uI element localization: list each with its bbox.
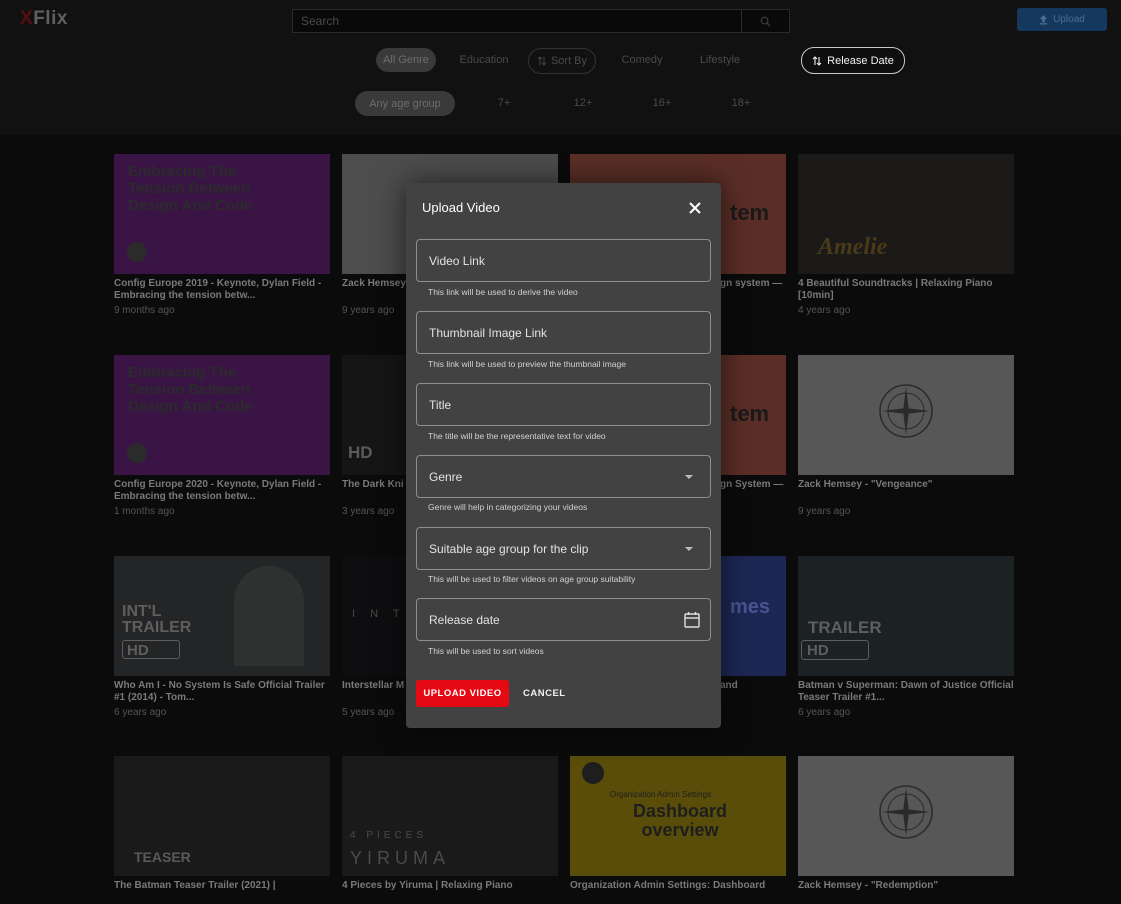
- video-date: 9 months ago: [114, 305, 175, 316]
- video-date: 9 years ago: [798, 506, 851, 517]
- search-input[interactable]: [293, 10, 749, 32]
- upload-video-dialog: Upload Video This link will be used to d…: [406, 183, 721, 728]
- upload-button[interactable]: Upload: [1017, 8, 1107, 31]
- video-card[interactable]: Zack Hemsey - "Vengeance" 9 years ago: [798, 355, 1014, 517]
- compass-icon: [879, 384, 933, 438]
- logo[interactable]: XFlix: [20, 8, 68, 30]
- age-chip-18[interactable]: 18+: [721, 91, 761, 115]
- video-title: Zack Hemsey - "Vengeance": [798, 479, 933, 490]
- video-title: Config Europe 2019 - Keynote, Dylan Fiel…: [114, 278, 322, 301]
- video-thumbnail: 4 PIECES YIRUMA: [342, 756, 558, 876]
- video-thumbnail: TRAILER HD: [798, 556, 1014, 676]
- search-icon: [760, 16, 771, 27]
- video-thumbnail: Embracing The Tension Between Design And…: [114, 355, 330, 475]
- video-title: Config Europe 2020 - Keynote, Dylan Fiel…: [114, 479, 322, 502]
- sort-by-button[interactable]: Sort By: [528, 48, 596, 74]
- video-date: 6 years ago: [798, 707, 851, 718]
- genre-helper: Genre will help in categorizing your vid…: [428, 502, 588, 512]
- thumbnail-avatar: [582, 762, 604, 784]
- age-chip-7[interactable]: 7+: [484, 91, 524, 115]
- release-date-helper: This will be used to sort videos: [428, 646, 544, 656]
- video-thumbnail: INT'L TRAILER HD: [114, 556, 330, 676]
- calendar-icon[interactable]: [684, 611, 700, 628]
- upload-video-button[interactable]: UPLOAD VIDEO: [416, 680, 509, 707]
- release-date-sort-button[interactable]: Release Date: [801, 47, 905, 74]
- video-link-helper: This link will be used to derive the vid…: [428, 287, 578, 297]
- video-card[interactable]: Organization Admin Settings Dashboard ov…: [570, 756, 786, 904]
- chevron-down-icon: [685, 475, 693, 479]
- age-group-helper: This will be used to filter videos on ag…: [428, 574, 636, 584]
- video-link-field: [416, 239, 711, 282]
- age-group-select-input[interactable]: [417, 528, 710, 569]
- sort-icon: [812, 55, 822, 66]
- avatar: [127, 443, 147, 463]
- avatar: [127, 242, 147, 262]
- video-thumbnail: [798, 756, 1014, 876]
- video-date: 6 years ago: [114, 707, 167, 718]
- dialog-title: Upload Video: [422, 200, 500, 215]
- video-card[interactable]: TEASER The Batman Teaser Trailer (2021) …: [114, 756, 330, 904]
- search-button[interactable]: [741, 10, 789, 32]
- genre-select-input[interactable]: [417, 456, 710, 497]
- genre-chip-comedy[interactable]: Comedy: [612, 48, 672, 72]
- title-helper: The title will be the representative tex…: [428, 431, 606, 441]
- video-thumbnail: TEASER: [114, 756, 330, 876]
- release-date-field: [416, 598, 711, 641]
- video-title: Zack Hemsey - "Redemption": [798, 880, 939, 891]
- video-card[interactable]: TRAILER HD Batman v Superman: Dawn of Ju…: [798, 556, 1014, 718]
- close-icon[interactable]: [687, 200, 703, 216]
- video-title: Batman v Superman: Dawn of Justice Offic…: [798, 680, 1014, 703]
- video-card[interactable]: Zack Hemsey - "Redemption": [798, 756, 1014, 904]
- upload-icon: [1040, 14, 1048, 24]
- video-card[interactable]: 4 PIECES YIRUMA 4 Pieces by Yiruma | Rel…: [342, 756, 558, 904]
- cancel-button[interactable]: CANCEL: [517, 680, 567, 707]
- video-date: 4 years ago: [798, 305, 851, 316]
- title-input[interactable]: [417, 384, 710, 425]
- thumbnail-link-helper: This link will be used to preview the th…: [428, 359, 626, 369]
- title-field: [416, 383, 711, 426]
- thumbnail-link-field: [416, 311, 711, 354]
- age-chip-16[interactable]: 16+: [642, 91, 682, 115]
- video-date: 1 months ago: [114, 506, 175, 517]
- hd-badge: HD: [122, 640, 180, 659]
- compass-icon: [879, 785, 933, 839]
- video-thumbnail: Embracing The Tension Between Design And…: [114, 154, 330, 274]
- genre-select[interactable]: [416, 455, 711, 498]
- sort-icon: [537, 56, 547, 66]
- video-title: 4 Pieces by Yiruma | Relaxing Piano: [342, 880, 513, 891]
- video-title: The Batman Teaser Trailer (2021) |: [114, 880, 276, 891]
- video-title: Organization Admin Settings: Dashboard: [570, 880, 766, 891]
- video-title: Who Am I - No System Is Safe Official Tr…: [114, 680, 325, 703]
- chevron-down-icon: [685, 547, 693, 551]
- thumbnail-figure: [234, 566, 304, 666]
- release-date-input[interactable]: [417, 599, 710, 640]
- video-card[interactable]: Embracing The Tension Between Design And…: [114, 355, 330, 517]
- video-link-input[interactable]: [417, 240, 710, 281]
- age-chip-12[interactable]: 12+: [563, 91, 603, 115]
- video-thumbnail: [798, 355, 1014, 475]
- age-group-select[interactable]: [416, 527, 711, 570]
- genre-chip-lifestyle[interactable]: Lifestyle: [690, 48, 750, 72]
- video-thumbnail: Amelie: [798, 154, 1014, 274]
- thumbnail-link-input[interactable]: [417, 312, 710, 353]
- video-thumbnail: Organization Admin Settings Dashboard ov…: [570, 756, 786, 876]
- video-card[interactable]: INT'L TRAILER HD Who Am I - No System Is…: [114, 556, 330, 718]
- video-card[interactable]: Embracing The Tension Between Design And…: [114, 154, 330, 316]
- header: XFlix Upload All Genre Education Sort By…: [0, 0, 1121, 135]
- genre-chip-all[interactable]: All Genre: [376, 48, 436, 72]
- video-card[interactable]: Amelie 4 Beautiful Soundtracks | Relaxin…: [798, 154, 1014, 316]
- genre-chip-education[interactable]: Education: [451, 48, 517, 72]
- search-bar: [292, 9, 790, 33]
- video-title: 4 Beautiful Soundtracks | Relaxing Piano…: [798, 278, 993, 301]
- hd-badge: HD: [801, 640, 869, 660]
- age-chip-any[interactable]: Any age group: [355, 91, 455, 116]
